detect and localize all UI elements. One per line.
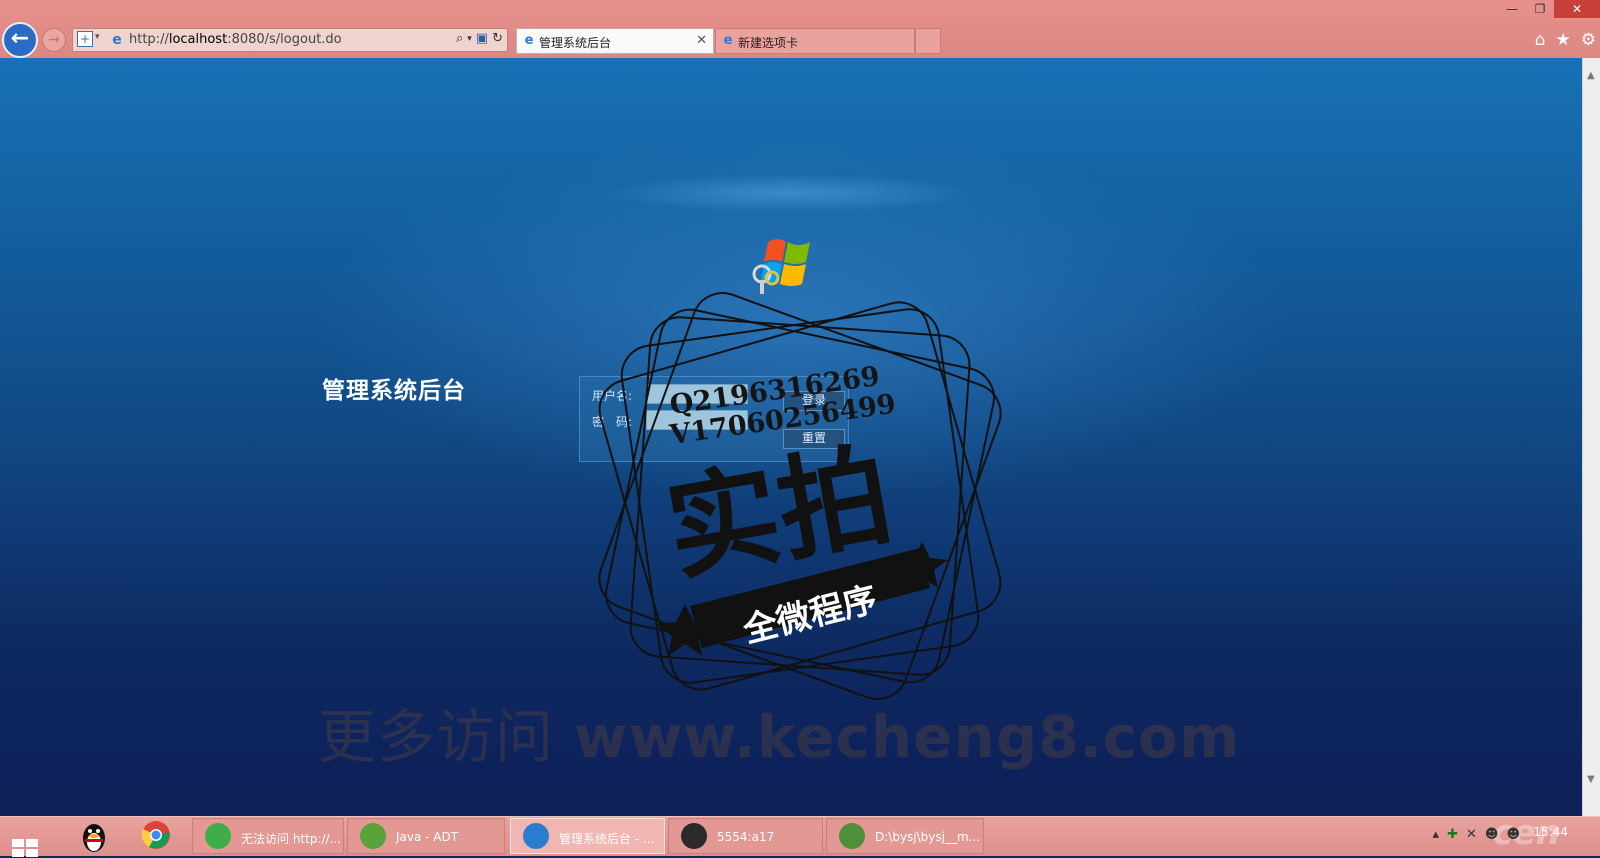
tray-qq-icon[interactable]: ☻ (1506, 827, 1520, 842)
new-tab-button[interactable] (915, 28, 941, 54)
tray-network-icon[interactable]: ✕ (1466, 827, 1477, 842)
task-label: 无法访问 http://... (241, 832, 342, 846)
forward-button[interactable]: → (42, 28, 66, 52)
tray-security-icon[interactable]: ✚ (1447, 827, 1458, 842)
forward-arrow-icon: → (48, 32, 60, 48)
restore-button[interactable]: ❐ (1526, 0, 1554, 18)
compat-view-icon[interactable]: ▣ (476, 31, 488, 46)
browser-chrome: — ❐ ✕ ← → + ▾ e http://localhost:8080/s/… (0, 0, 1600, 59)
task-java-adt[interactable]: Java - ADT (347, 818, 505, 854)
watermark-bottom-url: www.kecheng8.com (574, 703, 1241, 771)
gear-icon[interactable]: ⚙ (1581, 30, 1596, 50)
search-icon[interactable]: ⌕ (456, 31, 463, 46)
refresh-icon[interactable]: ↻ (492, 31, 503, 46)
tab-title: 新建选项卡 (738, 36, 799, 50)
task-label: 管理系统后台 - ... (559, 832, 655, 846)
favorites-star-icon[interactable]: ★ (1556, 30, 1571, 50)
back-button[interactable]: ← (2, 22, 38, 58)
watermark-stamp: Q2196316269 V17060256499 实拍 全微程序 (598, 292, 1002, 700)
app-icon (839, 823, 865, 849)
system-tray: ▴ ✚ ✕ ☻ ☻ (1433, 827, 1520, 842)
watermark-bottom: 更多访问 www.kecheng8.com (318, 690, 1240, 774)
app-icon (205, 823, 231, 849)
page-content: 管理系统后台 用户名: 密 码: 登录 重置 Q2196316269 V1706… (0, 58, 1582, 816)
task-label: Java - ADT (396, 830, 459, 844)
address-tools: ⌕ ▾ ▣ ↻ (456, 31, 503, 46)
tab-title: 管理系统后台 (539, 36, 612, 50)
url-host: localhost (168, 32, 228, 47)
qq-penguin-icon[interactable] (74, 820, 114, 854)
task-label: 5554:a17 (717, 830, 775, 844)
url-prefix: http:// (129, 32, 169, 47)
task-label: D:\bysj\bysj__m... (875, 830, 981, 844)
close-window-button[interactable]: ✕ (1554, 0, 1600, 18)
chevron-down-icon[interactable]: ▾ (467, 34, 472, 46)
home-icon[interactable]: ⌂ (1535, 30, 1546, 50)
ie-tab-icon: e (524, 33, 534, 48)
task-notepad[interactable]: D:\bysj\bysj__m... (826, 818, 984, 854)
scroll-down-icon[interactable]: ▼ (1587, 774, 1595, 785)
watermark-bottom-cn: 更多访问 (318, 703, 555, 771)
close-tab-icon[interactable]: ✕ (696, 33, 707, 48)
vertical-scrollbar[interactable]: ▲ ▼ (1582, 58, 1600, 816)
compat-shield-icon[interactable]: + (77, 31, 93, 47)
start-button[interactable] (12, 839, 38, 857)
tab-admin[interactable]: e 管理系统后台 ✕ (516, 28, 714, 54)
minimize-button[interactable]: — (1498, 0, 1526, 18)
tray-qq-icon[interactable]: ☻ (1485, 827, 1499, 842)
app-icon (681, 823, 707, 849)
tab-new[interactable]: e 新建选项卡 (715, 28, 915, 54)
back-arrow-icon: ← (10, 26, 30, 51)
address-bar[interactable]: + ▾ e http://localhost:8080/s/logout.do … (72, 28, 508, 52)
page-title: 管理系统后台 (322, 377, 466, 404)
browser-tools: ⌂ ★ ⚙ (1535, 30, 1596, 50)
clock: 15:44 (1533, 825, 1568, 839)
taskbar: 无法访问 http://... Java - ADT 管理系统后台 - ... 555… (0, 813, 1600, 857)
app-icon (360, 823, 386, 849)
task-ie-admin[interactable]: 管理系统后台 - ... (510, 818, 665, 854)
ie-page-icon: e (112, 32, 122, 48)
scroll-up-icon[interactable]: ▲ (1587, 70, 1595, 81)
chevron-down-icon[interactable]: ▾ (95, 32, 100, 42)
url-path: :8080/s/logout.do (227, 32, 342, 47)
chrome-icon[interactable] (136, 820, 176, 854)
app-icon (523, 823, 549, 849)
tray-expand-icon[interactable]: ▴ (1433, 827, 1440, 842)
window-controls: — ❐ ✕ (1498, 0, 1600, 20)
task-browser-error[interactable]: 无法访问 http://... (192, 818, 344, 854)
ie-tab-icon: e (723, 33, 733, 48)
task-emulator[interactable]: 5554:a17 (668, 818, 823, 854)
address-url[interactable]: http://localhost:8080/s/logout.do (129, 32, 342, 47)
